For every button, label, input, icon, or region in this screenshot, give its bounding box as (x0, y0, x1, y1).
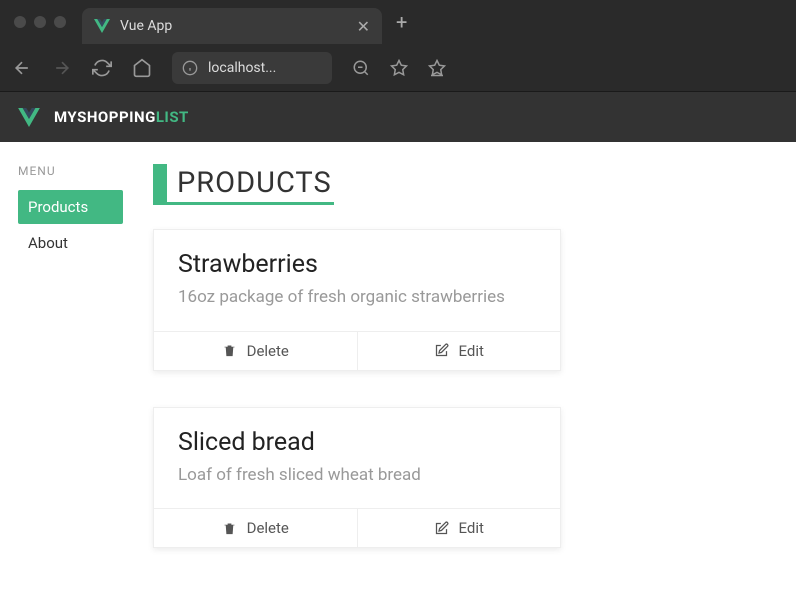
zoom-out-icon[interactable] (352, 59, 370, 77)
page-title-wrap: PRODUCTS (153, 164, 334, 205)
brand: MYSHOPPINGLIST (54, 108, 189, 126)
url-text: localhost... (208, 60, 276, 76)
edit-icon (434, 343, 449, 358)
product-card: Strawberries 16oz package of fresh organ… (153, 229, 561, 371)
edit-label: Edit (459, 519, 484, 537)
card-actions: Delete Edit (154, 331, 560, 370)
maximize-window-icon[interactable] (54, 16, 66, 28)
browser-tab[interactable]: Vue App ✕ (82, 8, 382, 44)
product-name: Sliced bread (178, 428, 536, 457)
browser-toolbar: localhost... (0, 44, 796, 92)
edit-icon (434, 521, 449, 536)
delete-button[interactable]: Delete (154, 332, 357, 370)
card-body: Strawberries 16oz package of fresh organ… (154, 230, 560, 331)
trash-icon (222, 343, 237, 358)
page-body: MENU Products About PRODUCTS Strawberrie… (0, 142, 796, 594)
card-actions: Delete Edit (154, 508, 560, 547)
sidebar-item-products[interactable]: Products (18, 190, 123, 224)
tab-title: Vue App (120, 18, 347, 34)
brand-part1: MY (54, 108, 77, 126)
product-name: Strawberries (178, 250, 536, 279)
sidebar-item-about[interactable]: About (18, 226, 123, 260)
sidebar-item-label: Products (28, 198, 88, 216)
bookmark-icon[interactable] (390, 59, 408, 77)
edit-button[interactable]: Edit (357, 332, 561, 370)
sidebar-item-label: About (28, 234, 68, 252)
delete-label: Delete (247, 519, 289, 537)
edit-label: Edit (459, 342, 484, 360)
close-tab-icon[interactable]: ✕ (357, 17, 370, 36)
brand-part3: LIST (156, 108, 189, 126)
back-button[interactable] (12, 58, 32, 78)
vue-logo-icon (18, 108, 40, 127)
tab-bar: Vue App ✕ + (0, 0, 796, 44)
window-controls (14, 16, 66, 28)
url-bar[interactable]: localhost... (172, 52, 332, 84)
page-title: PRODUCTS (175, 164, 334, 202)
close-window-icon[interactable] (14, 16, 26, 28)
product-description: Loaf of fresh sliced wheat bread (178, 463, 536, 489)
vue-favicon-icon (94, 19, 110, 33)
brand-part2: SHOPPING (77, 108, 156, 126)
app-header: MYSHOPPINGLIST (0, 92, 796, 142)
edit-button[interactable]: Edit (357, 509, 561, 547)
sidebar: MENU Products About (18, 164, 123, 572)
forward-button[interactable] (52, 58, 72, 78)
bookmarks-list-icon[interactable] (428, 59, 446, 77)
card-body: Sliced bread Loaf of fresh sliced wheat … (154, 408, 560, 509)
product-description: 16oz package of fresh organic strawberri… (178, 285, 536, 311)
title-accent (153, 164, 167, 202)
minimize-window-icon[interactable] (34, 16, 46, 28)
reload-button[interactable] (92, 58, 112, 78)
menu-label: MENU (18, 164, 123, 178)
trash-icon (222, 521, 237, 536)
main-content: PRODUCTS Strawberries 16oz package of fr… (153, 164, 778, 572)
browser-chrome: Vue App ✕ + localhost... (0, 0, 796, 92)
delete-label: Delete (247, 342, 289, 360)
home-button[interactable] (132, 58, 152, 78)
new-tab-button[interactable]: + (396, 10, 407, 34)
delete-button[interactable]: Delete (154, 509, 357, 547)
product-card: Sliced bread Loaf of fresh sliced wheat … (153, 407, 561, 549)
info-icon (182, 60, 198, 76)
